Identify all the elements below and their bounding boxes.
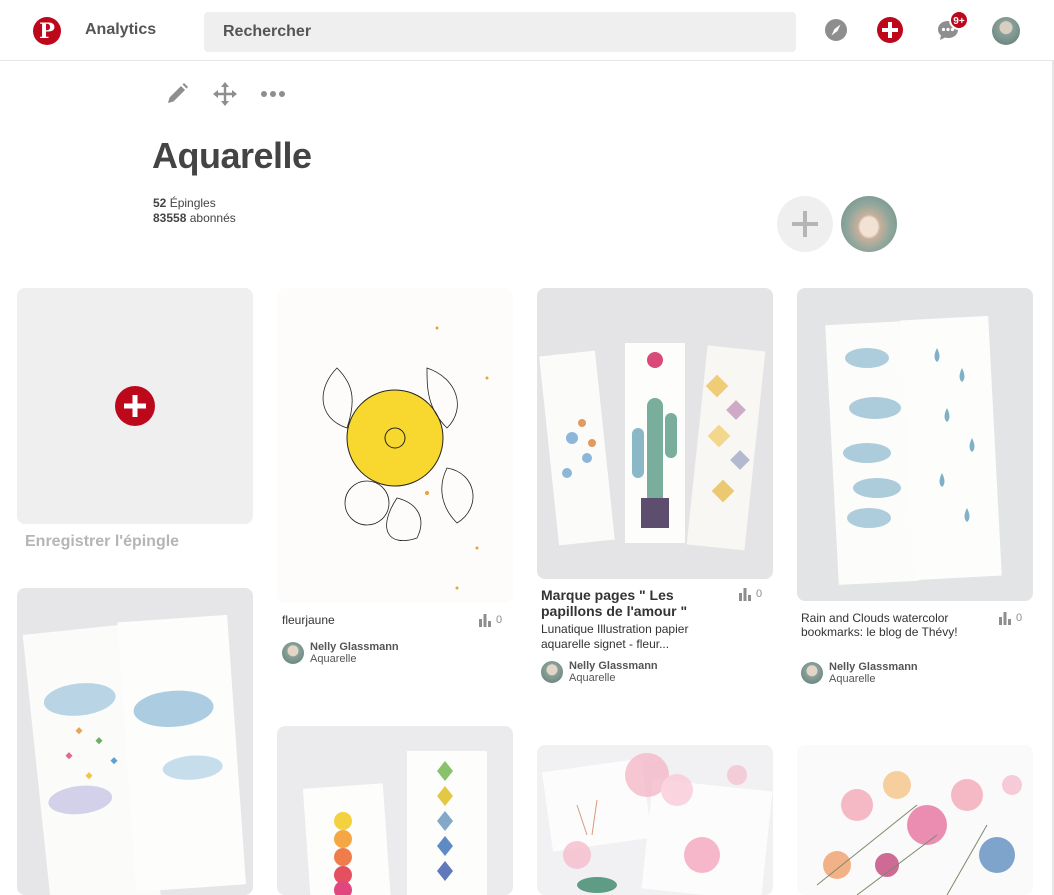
user-avatar[interactable] (992, 17, 1020, 45)
pin-stat-count: 0 (496, 614, 503, 626)
add-collaborator-button[interactable] (777, 196, 833, 252)
pin-title[interactable]: fleurjaune (282, 613, 335, 627)
plus-icon (792, 211, 818, 237)
pinner-name: Nelly Glassmann (310, 641, 399, 653)
pinner-info[interactable]: Nelly Glassmann Aquarelle (801, 661, 918, 685)
bar-chart-icon (999, 612, 1011, 625)
pinner-name: Nelly Glassmann (569, 660, 658, 672)
pins-label: Épingles (169, 196, 216, 210)
plus-icon[interactable] (876, 16, 904, 44)
bar-chart-icon (479, 614, 491, 627)
compass-icon[interactable] (822, 16, 850, 44)
followers-label: abonnés (189, 211, 236, 225)
pin-title[interactable]: Marque pages " Les papillons de l'amour … (541, 587, 711, 619)
pinner-info[interactable]: Nelly Glassmann Aquarelle (541, 660, 658, 684)
pin-stats: 0 (738, 587, 762, 601)
pin-title[interactable]: Rain and Clouds watercolor bookmarks: le… (801, 611, 971, 639)
pin-image[interactable] (277, 288, 513, 603)
pin-stats: 0 (998, 611, 1022, 625)
move-arrows-icon[interactable] (211, 80, 239, 108)
pin-image[interactable] (537, 288, 773, 579)
pin-image[interactable] (17, 588, 253, 895)
analytics-link[interactable]: Analytics (85, 21, 156, 39)
plus-icon (115, 386, 155, 426)
pinner-board: Aquarelle (829, 673, 876, 685)
pin-description: Lunatique Illustration papier aquarelle … (541, 622, 689, 651)
pin-image[interactable] (277, 726, 513, 895)
pin-image[interactable] (797, 745, 1033, 895)
bar-chart-icon (739, 588, 751, 601)
notification-badge: 9+ (949, 10, 969, 30)
pinner-board: Aquarelle (569, 672, 616, 684)
pin-stat-count: 0 (756, 588, 763, 600)
pin-image[interactable] (797, 288, 1033, 601)
board-title: Aquarelle (152, 135, 312, 176)
search-input[interactable]: Rechercher (204, 12, 796, 52)
pinner-name: Nelly Glassmann (829, 661, 918, 673)
collaborator-avatar[interactable] (841, 196, 897, 252)
avatar (282, 642, 304, 664)
pinner-board: Aquarelle (310, 653, 357, 665)
pin-stats: 0 (478, 613, 502, 627)
pinterest-logo[interactable]: P (33, 17, 61, 45)
avatar (801, 662, 823, 684)
save-pin-label[interactable]: Enregistrer l'épingle (25, 533, 179, 551)
pencil-icon[interactable] (163, 80, 191, 108)
board-stats: 52 Épingles 83558 abonnés (153, 196, 236, 226)
pin-image[interactable] (537, 745, 773, 895)
avatar (541, 661, 563, 683)
top-nav-bar: P Analytics Rechercher 9+ (0, 0, 1054, 61)
pinner-info[interactable]: Nelly Glassmann Aquarelle (282, 641, 399, 665)
pin-stat-count: 0 (1016, 612, 1023, 624)
ellipsis-icon[interactable] (259, 80, 287, 108)
save-pin-card[interactable] (17, 288, 253, 524)
pins-count: 52 (153, 196, 167, 210)
followers-count: 83558 (153, 211, 187, 225)
